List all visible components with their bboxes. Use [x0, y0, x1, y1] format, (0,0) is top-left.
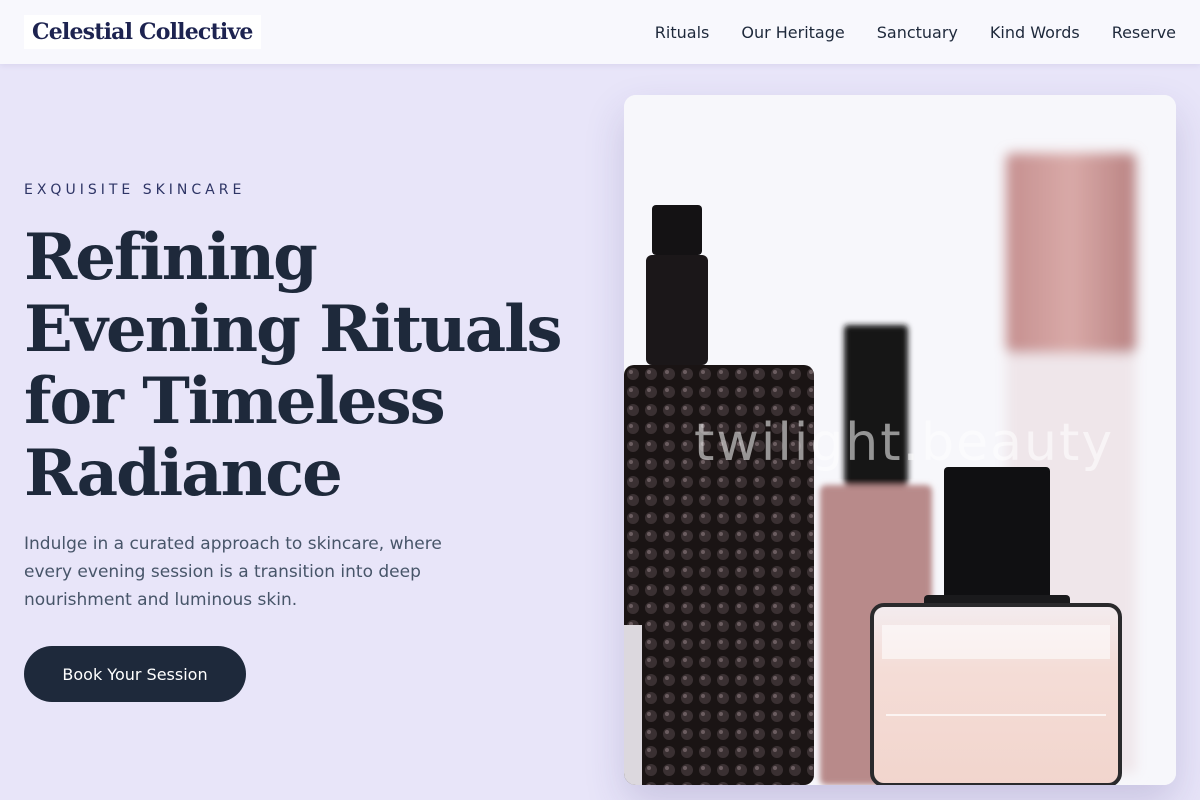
hero-image: twilight.beauty — [624, 95, 1176, 785]
book-session-button[interactable]: Book Your Session — [24, 646, 246, 702]
nav-item-kind-words[interactable]: Kind Words — [990, 23, 1080, 42]
hero-headline: Refining Evening Rituals for Timeless Ra… — [24, 220, 563, 511]
nav-item-our-heritage[interactable]: Our Heritage — [741, 23, 844, 42]
hero-eyebrow: EXQUISITE SKINCARE — [24, 182, 246, 198]
brand-logo[interactable]: Celestial Collective — [24, 15, 261, 49]
image-watermark: twilight.beauty — [694, 413, 1115, 473]
site-header: Celestial Collective Rituals Our Heritag… — [0, 0, 1200, 64]
hero-description: Indulge in a curated approach to skincar… — [24, 534, 442, 610]
main-nav: Rituals Our Heritage Sanctuary Kind Word… — [655, 0, 1176, 64]
nav-item-sanctuary[interactable]: Sanctuary — [877, 23, 958, 42]
nav-item-rituals[interactable]: Rituals — [655, 23, 710, 42]
glass-edge — [624, 625, 642, 785]
nav-item-reserve[interactable]: Reserve — [1112, 23, 1176, 42]
